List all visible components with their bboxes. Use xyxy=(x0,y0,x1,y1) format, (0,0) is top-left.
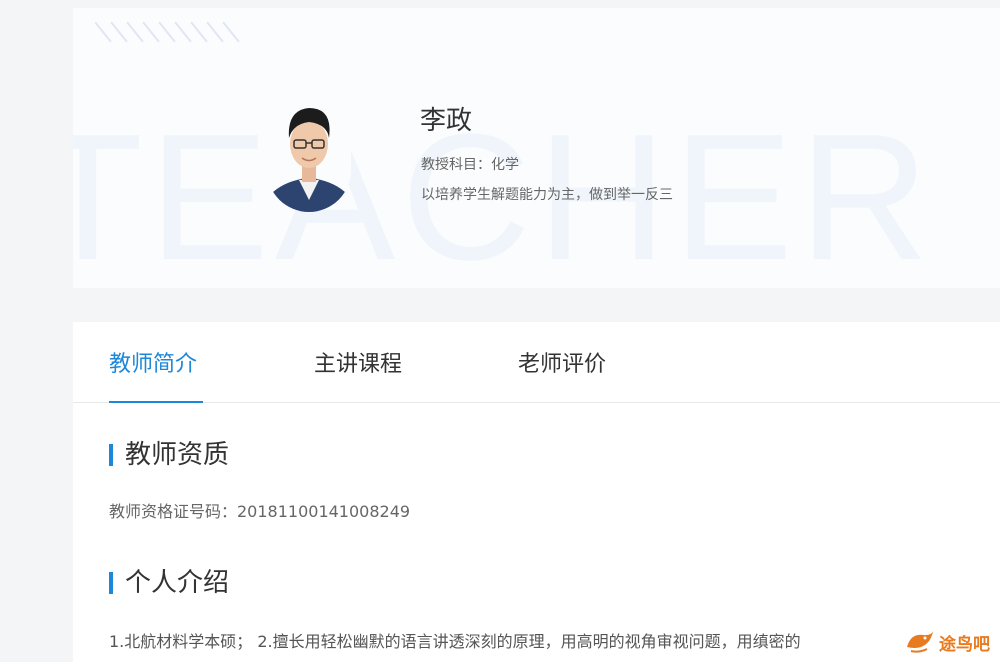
intro-text: 1.北航材料学本硕； 2.擅长用轻松幽默的语言讲透深刻的原理，用高明的视角审视问… xyxy=(109,632,801,651)
intro-title: 个人介绍 xyxy=(109,568,229,598)
teacher-name: 李政 xyxy=(420,106,473,136)
teacher-avatar xyxy=(267,96,351,212)
certificate-number: 教师资格证号码：20181100141008249 xyxy=(109,502,411,521)
tab-bar: 教师简介 主讲课程 老师评价 xyxy=(73,322,1000,403)
stripe-decoration xyxy=(95,22,240,43)
tab-courses[interactable]: 主讲课程 xyxy=(314,346,402,378)
teacher-banner: TEACHER 李政 教授科目：化学 以培养学生解题能力为主，做到举一反三 xyxy=(73,8,1000,288)
teacher-subject: 教授科目：化学 xyxy=(421,157,519,173)
qualification-title: 教师资质 xyxy=(109,440,229,470)
active-tab-indicator xyxy=(109,401,203,403)
teacher-detail-panel: 教师简介 主讲课程 老师评价 教师资质 教师资格证号码：201811001410… xyxy=(73,322,1000,662)
tab-teacher-intro[interactable]: 教师简介 xyxy=(109,346,197,378)
tab-reviews[interactable]: 老师评价 xyxy=(518,346,606,378)
brand-name: 途鸟吧 xyxy=(939,634,990,655)
brand-logo: 途鸟吧 xyxy=(905,628,990,656)
bird-icon xyxy=(907,631,933,653)
teacher-slogan: 以培养学生解题能力为主，做到举一反三 xyxy=(421,187,673,203)
